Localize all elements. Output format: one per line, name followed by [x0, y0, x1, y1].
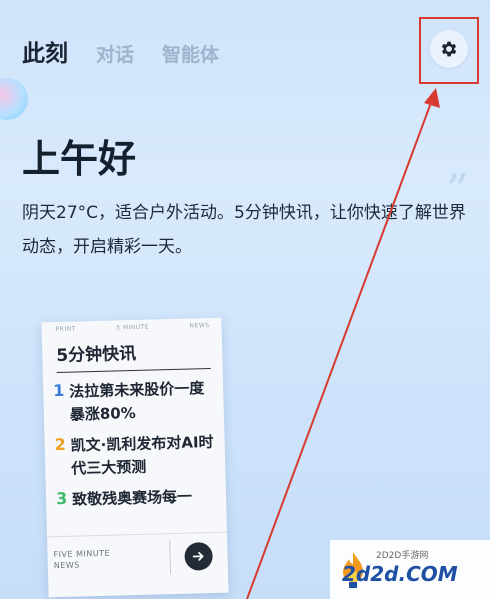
watermark-small-text: 2D2D手游网	[376, 551, 429, 561]
watermark-large-text: 2d2d.COM	[342, 562, 458, 586]
annotation-arrow	[246, 88, 440, 599]
